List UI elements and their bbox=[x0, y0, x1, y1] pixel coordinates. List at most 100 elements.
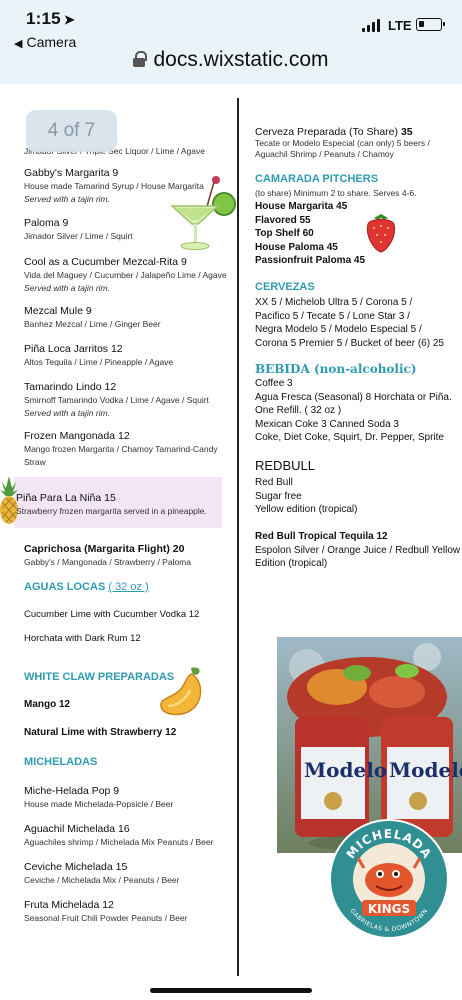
item-desc-cont: Straw bbox=[24, 457, 46, 467]
section-note: (to share) Minimum 2 to share. Serves 4-… bbox=[255, 188, 417, 198]
menu-item: Horchata with Dark Rum 12 bbox=[24, 633, 141, 644]
mango-illustration bbox=[160, 667, 202, 716]
menu-item: Fruta Michelada 12 Seasonal Fruit Chili … bbox=[24, 899, 187, 924]
section-title-micheladas: MICHELADAS bbox=[24, 756, 98, 768]
michelada-kings-logo: MICHELADA KINGS GABRIELAS & DOWNTOWN bbox=[329, 819, 449, 939]
menu-item: Piña Loca Jarritos 12 Altos Tequila / Li… bbox=[24, 343, 173, 368]
url-text: docs.wixstatic.com bbox=[153, 48, 329, 71]
section-title-white-claw: WHITE CLAW PREPARADAS bbox=[24, 671, 175, 683]
camarada-list: House Margarita 45 Flavored 55 Top Shelf… bbox=[255, 200, 365, 268]
menu-line: Coke, Diet Coke, Squirt, Dr. Pepper, Spr… bbox=[255, 432, 444, 443]
menu-item: Cucumber Lime with Cucumber Vodka 12 bbox=[24, 609, 200, 620]
status-time: 1:15 ➤ bbox=[26, 9, 75, 28]
item-name: Piña Para La Niña 15 bbox=[16, 492, 116, 504]
item-note: Served with a tajin rim. bbox=[24, 194, 110, 204]
page-indicator: 4 of 7 bbox=[26, 110, 117, 152]
menu-line: Sugar free bbox=[255, 490, 302, 502]
item-desc: Banhez Mezcal / Lime / Ginger Beer bbox=[24, 319, 161, 329]
item-desc-cont: Aguachil Shrimp / Peanuts / Chamoy bbox=[255, 149, 394, 159]
item-name: Cool as a Cucumber Mezcal-Rita 9 bbox=[24, 256, 187, 268]
location-arrow-icon: ➤ bbox=[63, 12, 75, 27]
redbull-list: Red Bull Sugar free Yellow edition (trop… bbox=[255, 476, 357, 517]
item-name: Cerveza Preparada bbox=[255, 126, 347, 138]
item-name: Tamarindo Lindo 12 bbox=[24, 381, 117, 393]
menu-item: Miche-Helada Pop 9 House made Michelada-… bbox=[24, 785, 173, 810]
item-name: Mezcal Mule 9 bbox=[24, 305, 92, 317]
menu-item: Top Shelf 60 bbox=[255, 228, 314, 239]
item-desc: Aguachiles shrimp / Michelada Mix Peanut… bbox=[24, 837, 214, 847]
menu-item: Passionfruit Paloma 45 bbox=[255, 255, 366, 266]
redbull-tropical-item: Red Bull Tropical Tequila 12 Espolon Sil… bbox=[255, 530, 460, 571]
item-desc: Smirnoff Tamarindo Vodka / Lime / Agave … bbox=[24, 395, 209, 405]
item-desc: Seasonal Fruit Chili Powder Peanuts / Be… bbox=[24, 913, 188, 923]
menu-line: One Refill. ( 32 oz ) bbox=[255, 405, 342, 416]
address-bar[interactable]: docs.wixstatic.com bbox=[0, 48, 462, 76]
menu-line: Negra Modelo 5 / Modelo Especial 5 / bbox=[255, 324, 422, 335]
menu-item: Aguachil Michelada 16 Aguachiles shrimp … bbox=[24, 823, 213, 848]
cellular-signal-icon bbox=[362, 19, 382, 32]
menu-item: Ceviche Michelada 15 Ceviche / Michelada… bbox=[24, 861, 179, 886]
menu-line: Coffee 3 bbox=[255, 378, 293, 389]
margarita-glass-illustration bbox=[170, 176, 236, 250]
cervezas-list: XX 5 / Michelob Ultra 5 / Corona 5 / Pac… bbox=[255, 296, 444, 350]
section-title-cervezas: CERVEZAS bbox=[255, 281, 315, 293]
item-price: 35 bbox=[400, 126, 413, 138]
item-name: Aguachil Michelada 16 bbox=[24, 823, 130, 835]
menu-item: Caprichosa (Margarita Flight) 20 Gabby's… bbox=[24, 543, 191, 568]
item-desc: Gabby's / Mangonada / Strawberry / Palom… bbox=[24, 557, 191, 567]
item-desc: Jimador Silver / Lime / Squirt bbox=[24, 231, 133, 241]
strawberry-illustration bbox=[366, 214, 396, 253]
menu-item: Frozen Mangonada 12 Mango frozen Margari… bbox=[24, 430, 218, 468]
menu-item: Paloma 9 Jimador Silver / Lime / Squirt bbox=[24, 217, 133, 242]
ios-status-bar: 1:15 ➤ ◀ Camera LTE docs.wixstatic.com bbox=[0, 0, 462, 84]
menu-item: Tamarindo Lindo 12 Smirnoff Tamarindo Vo… bbox=[24, 381, 209, 419]
menu-item: Natural Lime with Strawberry 12 bbox=[24, 727, 177, 738]
menu-line: Agua Fresca (Seasonal) 8 Horchata or Piñ… bbox=[255, 391, 452, 403]
network-type: LTE bbox=[388, 18, 412, 33]
item-desc: House made Michelada-Popsicle / Beer bbox=[24, 799, 174, 809]
section-title-redbull: REDBULL bbox=[255, 458, 315, 473]
item-note: Served with a tajin rim. bbox=[24, 283, 110, 293]
menu-line: Corona 5 Premier 5 / Bucket of beer (6) … bbox=[255, 337, 444, 349]
menu-line: XX 5 / Michelob Ultra 5 / Corona 5 / bbox=[255, 297, 413, 308]
section-title-bebida: BEBIDA (non-alcoholic) bbox=[255, 362, 417, 376]
item-desc-cont: Edition (tropical) bbox=[255, 558, 328, 569]
lock-icon bbox=[133, 51, 148, 67]
menu-line: Mexican Coke 3 Canned Soda 3 bbox=[255, 418, 399, 430]
featured-menu-item: Piña Para La Niña 15 Strawberry frozen m… bbox=[16, 492, 207, 517]
item-desc: Tecate or Modelo Especial (can only) 5 b… bbox=[255, 138, 430, 148]
item-name: Caprichosa (Margarita Flight) 20 bbox=[24, 543, 185, 555]
menu-item: Mango 12 bbox=[24, 699, 71, 710]
section-title-camarada: CAMARADA PITCHERS bbox=[255, 173, 379, 185]
item-name: Paloma 9 bbox=[24, 217, 69, 229]
can-label: Modelo bbox=[389, 758, 462, 782]
item-name: Miche-Helada Pop 9 bbox=[24, 785, 120, 797]
menu-item: House Paloma 45 bbox=[255, 241, 338, 253]
section-title-aguas-locas: AGUAS LOCAS ( 32 oz ) bbox=[24, 581, 149, 593]
menu-item: Flavored 55 bbox=[255, 214, 311, 226]
item-desc: Strawberry frozen margarita served in a … bbox=[16, 506, 207, 516]
menu-line: Yellow edition (tropical) bbox=[255, 504, 358, 515]
item-name: Frozen Mangonada 12 bbox=[24, 430, 130, 442]
cerveza-preparada-item: Cerveza Preparada (To Share) 35 Tecate o… bbox=[255, 126, 430, 160]
menu-item: Mezcal Mule 9 Banhez Mezcal / Lime / Gin… bbox=[24, 305, 161, 330]
menu-line: Pacifico 5 / Tecate 5 / Lone Star 3 / bbox=[255, 310, 410, 322]
item-name: Fruta Michelada 12 bbox=[24, 899, 114, 911]
item-desc: Altos Tequila / Lime / Pineapple / Agave bbox=[24, 357, 174, 367]
can-label: Modelo bbox=[304, 758, 387, 782]
item-name: Piña Loca Jarritos 12 bbox=[24, 343, 123, 355]
menu-line: Red Bull bbox=[255, 477, 293, 488]
logo-text-kings: KINGS bbox=[368, 902, 410, 916]
menu-item: Cool as a Cucumber Mezcal-Rita 9 Vida de… bbox=[24, 256, 227, 294]
battery-icon bbox=[416, 18, 445, 31]
item-desc: Espolon Silver / Orange Juice / Redbull … bbox=[255, 544, 461, 556]
item-name: Ceviche Michelada 15 bbox=[24, 861, 128, 873]
item-desc: Vida del Maguey / Cucumber / Jalapeño Li… bbox=[24, 270, 227, 280]
item-name: Red Bull Tropical Tequila 12 bbox=[255, 531, 388, 542]
item-qualifier: (To Share) bbox=[348, 126, 399, 138]
item-desc: Ceviche / Michelada Mix / Peanuts / Beer bbox=[24, 875, 180, 885]
item-note: Served with a tajin rim. bbox=[24, 408, 110, 418]
item-desc: Mango frozen Margarita / Chamoy Tamarind… bbox=[24, 444, 218, 454]
menu-item: House Margarita 45 bbox=[255, 201, 348, 212]
home-indicator[interactable] bbox=[150, 988, 312, 993]
